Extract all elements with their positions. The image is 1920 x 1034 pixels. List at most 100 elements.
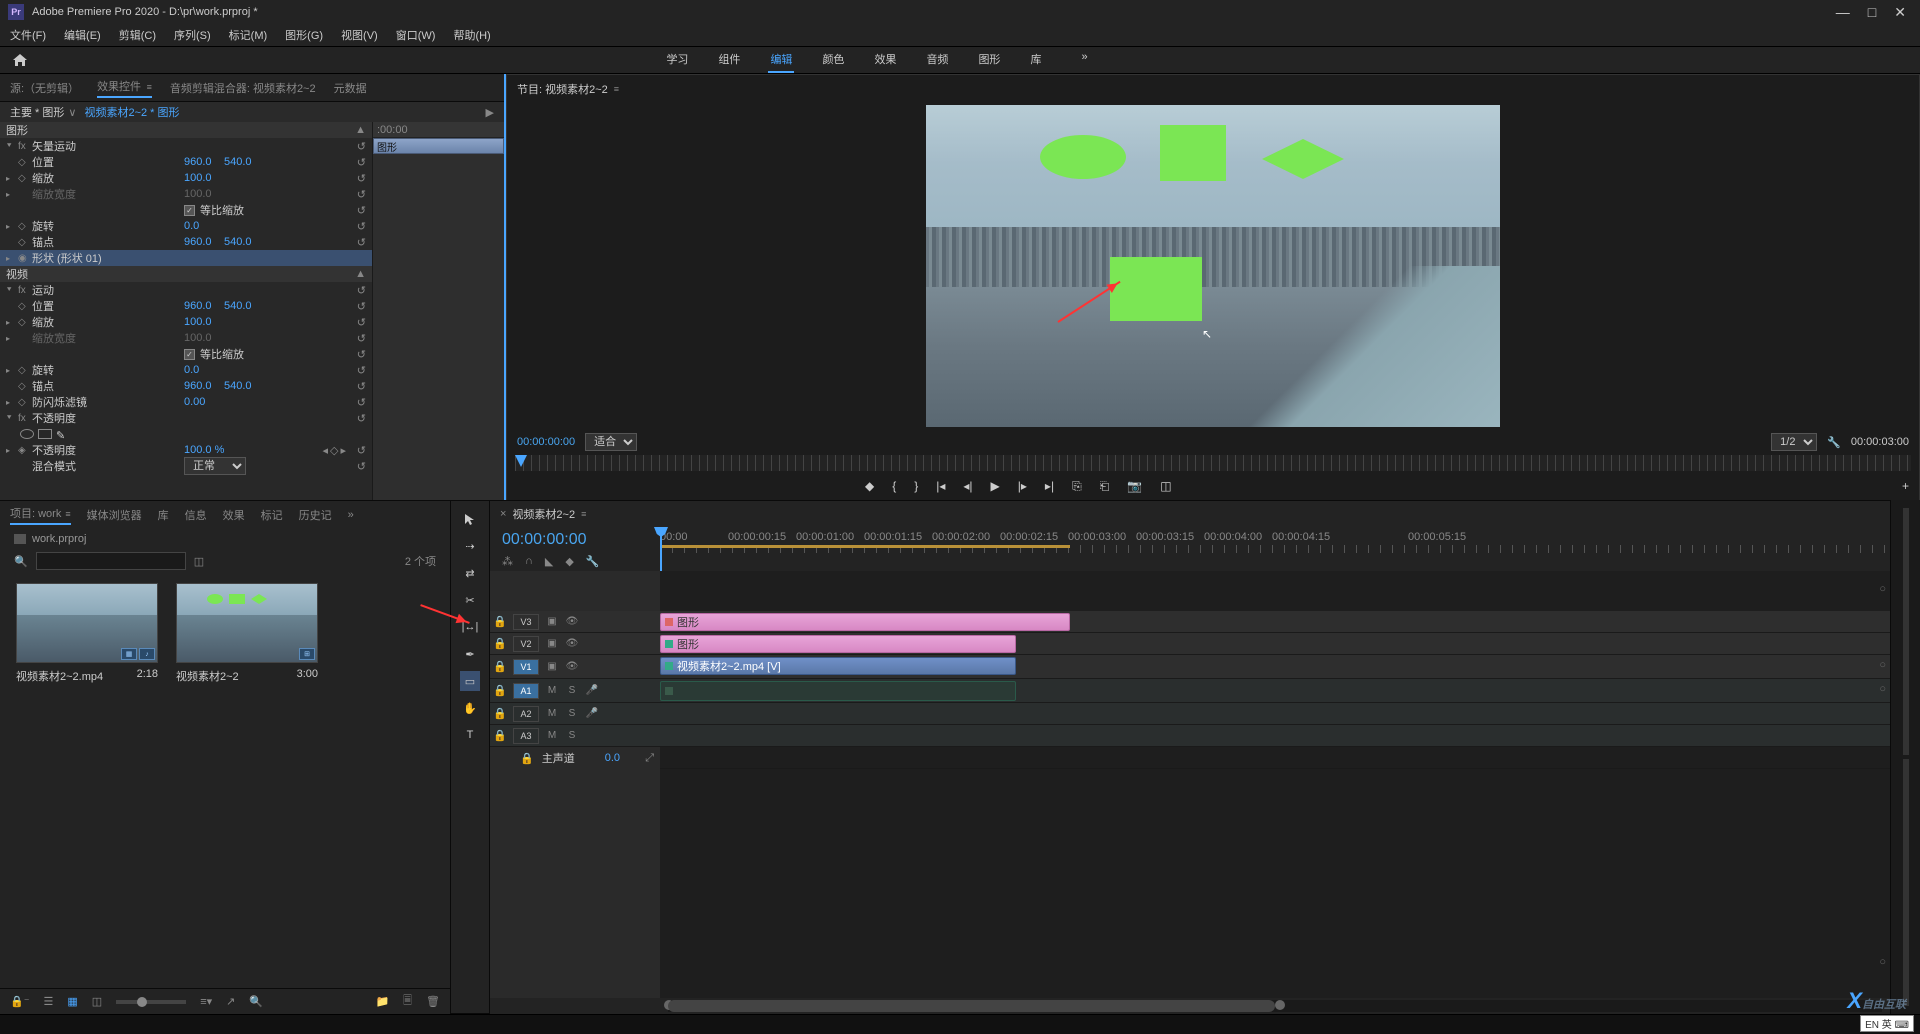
program-ruler[interactable] bbox=[515, 455, 1911, 471]
program-menu-icon[interactable]: ≡ bbox=[614, 84, 619, 94]
add-button-icon[interactable]: + bbox=[1902, 479, 1909, 493]
tab-project[interactable]: 项目: work≡ bbox=[10, 505, 71, 525]
toggle-output-icon[interactable]: ▣ bbox=[542, 638, 562, 649]
ec-clip[interactable]: 图形 bbox=[373, 138, 504, 154]
prop-anchor[interactable]: ◇锚点960.0540.0↺ bbox=[0, 234, 372, 250]
ws-library[interactable]: 库 bbox=[1028, 47, 1043, 73]
reset-icon[interactable]: ↺ bbox=[357, 412, 366, 425]
track-header-a3[interactable]: 🔒A3MS bbox=[490, 725, 660, 747]
wrench-icon[interactable]: 🔧 bbox=[586, 555, 600, 568]
lock-icon[interactable]: 🔒 bbox=[490, 660, 510, 673]
automate-icon[interactable]: ↗ bbox=[226, 995, 235, 1008]
snap-icon[interactable]: ⁂ bbox=[502, 555, 513, 568]
track-header-a2[interactable]: 🔒A2MS🎤 bbox=[490, 703, 660, 725]
prop-motion[interactable]: ⯆fx运动↺ bbox=[0, 282, 372, 298]
menu-help[interactable]: 帮助(H) bbox=[449, 25, 494, 45]
uniform-checkbox[interactable]: ✓ bbox=[184, 205, 195, 216]
reset-icon[interactable]: ↺ bbox=[357, 220, 366, 233]
expand-icon[interactable]: ⤢ bbox=[645, 752, 654, 765]
export-frame-icon[interactable]: 📷 bbox=[1127, 479, 1142, 493]
project-item[interactable]: ⊞ 视频素材2~23:00 bbox=[176, 583, 318, 684]
mute-icon[interactable]: M bbox=[542, 708, 562, 719]
uniform-checkbox[interactable]: ✓ bbox=[184, 349, 195, 360]
ec-crumb2[interactable]: 视频素材2~2 * 图形 bbox=[84, 104, 179, 120]
reset-icon[interactable]: ↺ bbox=[357, 172, 366, 185]
linked-icon[interactable]: ∩ bbox=[525, 555, 533, 568]
shape-square[interactable] bbox=[1160, 125, 1226, 181]
track-header-v3[interactable]: 🔒V3▣👁 bbox=[490, 611, 660, 633]
solo-icon[interactable]: S bbox=[562, 685, 582, 696]
marker-icon[interactable]: ◣ bbox=[545, 555, 553, 568]
prop-opacity[interactable]: ⯆fx不透明度↺ bbox=[0, 410, 372, 426]
toggle-track-icon[interactable]: 👁 bbox=[562, 616, 582, 627]
menu-marker[interactable]: 标记(M) bbox=[225, 25, 272, 45]
voice-icon[interactable]: 🎤 bbox=[582, 685, 602, 696]
tab-source[interactable]: 源:（无剪辑） bbox=[10, 80, 79, 96]
prop-uniform2[interactable]: ✓等比缩放↺ bbox=[0, 346, 372, 362]
track-header-a1[interactable]: 🔒A1MS🎤 bbox=[490, 679, 660, 703]
menu-edit[interactable]: 编辑(E) bbox=[60, 25, 105, 45]
menu-clip[interactable]: 剪辑(C) bbox=[115, 25, 160, 45]
section-collapse-icon[interactable]: ▲ bbox=[355, 268, 366, 280]
prop-rotation2[interactable]: ▸◇旋转0.0↺ bbox=[0, 362, 372, 378]
extract-icon[interactable]: ⎗ bbox=[1100, 479, 1110, 494]
track-header-v1[interactable]: 🔒V1▣👁 bbox=[490, 655, 660, 679]
prop-scale2[interactable]: ▸◇缩放100.0↺ bbox=[0, 314, 372, 330]
new-item-icon[interactable]: 🗏 bbox=[403, 992, 412, 1011]
track-options-icon[interactable]: ○ bbox=[1879, 583, 1886, 595]
ws-color[interactable]: 颜色 bbox=[820, 47, 846, 73]
reset-icon[interactable]: ↺ bbox=[357, 332, 366, 345]
ws-audio[interactable]: 音频 bbox=[924, 47, 950, 73]
clip-graphic-v3[interactable]: 图形 bbox=[660, 613, 1070, 631]
shape-ellipse[interactable] bbox=[1040, 135, 1126, 179]
prop-scale[interactable]: ▸◇缩放100.0↺ bbox=[0, 170, 372, 186]
reset-icon[interactable]: ↺ bbox=[357, 300, 366, 313]
prop-anchor2[interactable]: ◇锚点960.0540.0↺ bbox=[0, 378, 372, 394]
timeline-ruler[interactable]: 00:00 00:00:00:15 00:00:01:00 00:00:01:1… bbox=[660, 527, 1890, 571]
comparison-icon[interactable]: ◫ bbox=[1160, 479, 1171, 493]
prop-position2[interactable]: ◇位置960.0540.0↺ bbox=[0, 298, 372, 314]
timeline-menu-icon[interactable]: ≡ bbox=[581, 509, 586, 519]
track-options-icon[interactable]: ○ bbox=[1879, 659, 1886, 671]
project-more[interactable]: » bbox=[348, 509, 354, 521]
tab-metadata[interactable]: 元数据 bbox=[334, 80, 367, 96]
ec-play-icon[interactable]: ▶ bbox=[486, 106, 494, 119]
menu-sequence[interactable]: 序列(S) bbox=[170, 25, 215, 45]
menu-view[interactable]: 视图(V) bbox=[337, 25, 382, 45]
track-content[interactable]: ○ 图形 图形 视频素材2~2.mp4 [V]○ ○ ○ bbox=[660, 571, 1890, 998]
lock-icon[interactable]: 🔒 bbox=[490, 637, 510, 650]
reset-icon[interactable]: ↺ bbox=[357, 364, 366, 377]
work-area-bar[interactable] bbox=[660, 545, 1070, 548]
track-options-icon[interactable]: ○ bbox=[1879, 956, 1886, 968]
tab-info[interactable]: 信息 bbox=[185, 507, 207, 523]
toggle-track-icon[interactable]: 👁 bbox=[562, 661, 582, 672]
menu-graphics[interactable]: 图形(G) bbox=[281, 25, 327, 45]
reset-icon[interactable]: ↺ bbox=[357, 140, 366, 153]
settings-icon[interactable]: 🔧 bbox=[1827, 436, 1841, 449]
ws-graphics[interactable]: 图形 bbox=[976, 47, 1002, 73]
prop-opacity-val[interactable]: ▸◈不透明度100.0 %◂◇▸↺ bbox=[0, 442, 372, 458]
blend-mode-select[interactable]: 正常 bbox=[184, 457, 246, 475]
mask-ellipse-icon[interactable] bbox=[20, 429, 34, 439]
mute-icon[interactable]: M bbox=[542, 730, 562, 741]
tab-history[interactable]: 历史记 bbox=[299, 507, 332, 523]
ws-edit[interactable]: 编辑 bbox=[768, 47, 794, 73]
timeline-current-time[interactable]: 00:00:00:00 bbox=[502, 531, 648, 549]
prop-mask-shapes[interactable]: ✎ bbox=[0, 426, 372, 442]
mask-pen-icon[interactable]: ✎ bbox=[56, 429, 70, 439]
reset-icon[interactable]: ↺ bbox=[357, 396, 366, 409]
toggle-output-icon[interactable]: ▣ bbox=[542, 616, 562, 627]
lift-icon[interactable]: ⎘ bbox=[1072, 479, 1082, 494]
scrollbar-thumb[interactable] bbox=[668, 1000, 1275, 1012]
minimize-button[interactable]: — bbox=[1836, 4, 1850, 21]
reset-icon[interactable]: ↺ bbox=[357, 316, 366, 329]
reset-icon[interactable]: ↺ bbox=[357, 204, 366, 217]
go-out-icon[interactable]: ▸| bbox=[1045, 479, 1054, 493]
lock-icon[interactable]: 🔒 bbox=[490, 684, 510, 697]
prev-kf-icon[interactable]: ◂ bbox=[322, 444, 328, 457]
reset-icon[interactable]: ↺ bbox=[357, 236, 366, 249]
ws-more[interactable]: » bbox=[1079, 47, 1089, 73]
selection-tool[interactable] bbox=[460, 509, 480, 529]
go-in-icon[interactable]: |◂ bbox=[936, 479, 945, 493]
reset-icon[interactable]: ↺ bbox=[357, 444, 366, 457]
